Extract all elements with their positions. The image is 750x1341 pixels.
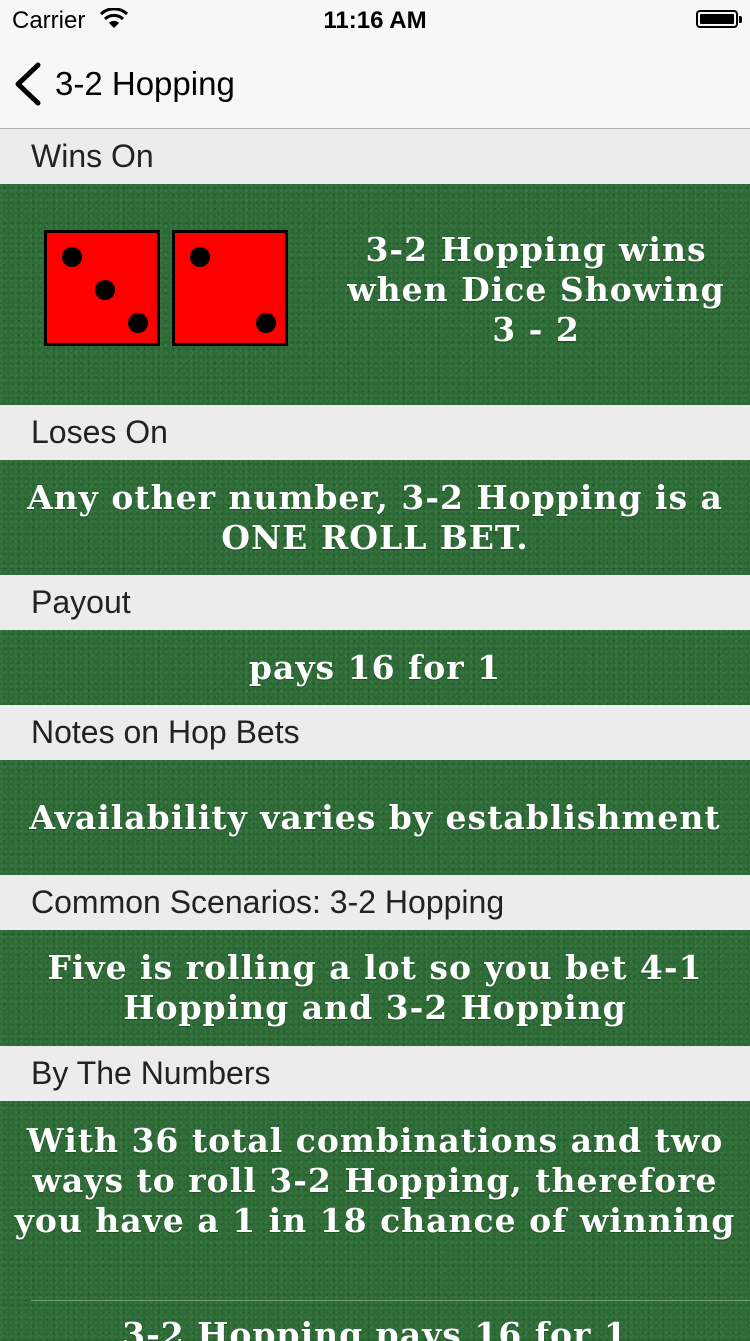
section-header-loses: Loses On [0,405,750,460]
payout-text: pays 16 for 1 [248,647,502,687]
battery-icon [696,10,742,28]
status-time: 11:16 AM [323,7,427,34]
back-button[interactable]: 3-2 Hopping [12,60,235,108]
numbers-text-2: 3-2 Hopping pays 16 for 1 [122,1315,628,1341]
section-header-payout: Payout [0,575,750,630]
numbers-row: With 36 total combinations and two ways … [0,1101,750,1301]
payout-row: pays 16 for 1 [0,630,750,705]
bet-details-list: Wins On 3-2 Hopping wins when Dice Showi… [0,129,750,1341]
notes-row: Availability varies by establishment [0,760,750,875]
nav-title: 3-2 Hopping [55,65,235,102]
loses-text: Any other number, 3-2 Hopping is a ONE R… [27,477,723,557]
wins-row: 3-2 Hopping wins when Dice Showing 3 - 2 [0,184,750,405]
section-header-numbers: By The Numbers [0,1046,750,1101]
row-divider [31,1300,750,1301]
section-header-notes: Notes on Hop Bets [0,705,750,760]
status-bar: Carrier 11:16 AM [0,0,750,40]
section-header-wins: Wins On [0,129,750,184]
scenarios-row: Five is rolling a lot so you bet 4-1 Hop… [0,930,750,1046]
numbers-row-2: 3-2 Hopping pays 16 for 1 [0,1301,750,1341]
loses-row: Any other number, 3-2 Hopping is a ONE R… [0,460,750,575]
scenarios-text: Five is rolling a lot so you bet 4-1 Hop… [47,948,703,1027]
wins-text: 3-2 Hopping wins when Dice Showing 3 - 2 [347,230,725,349]
numbers-text-1: With 36 total combinations and two ways … [14,1121,736,1240]
notes-text: Availability varies by establishment [29,797,721,837]
chevron-left-icon [15,62,41,106]
section-header-scenarios: Common Scenarios: 3-2 Hopping [0,875,750,930]
navigation-bar: 3-2 Hopping [0,40,750,129]
die-two [172,230,288,346]
die-three [44,230,160,346]
